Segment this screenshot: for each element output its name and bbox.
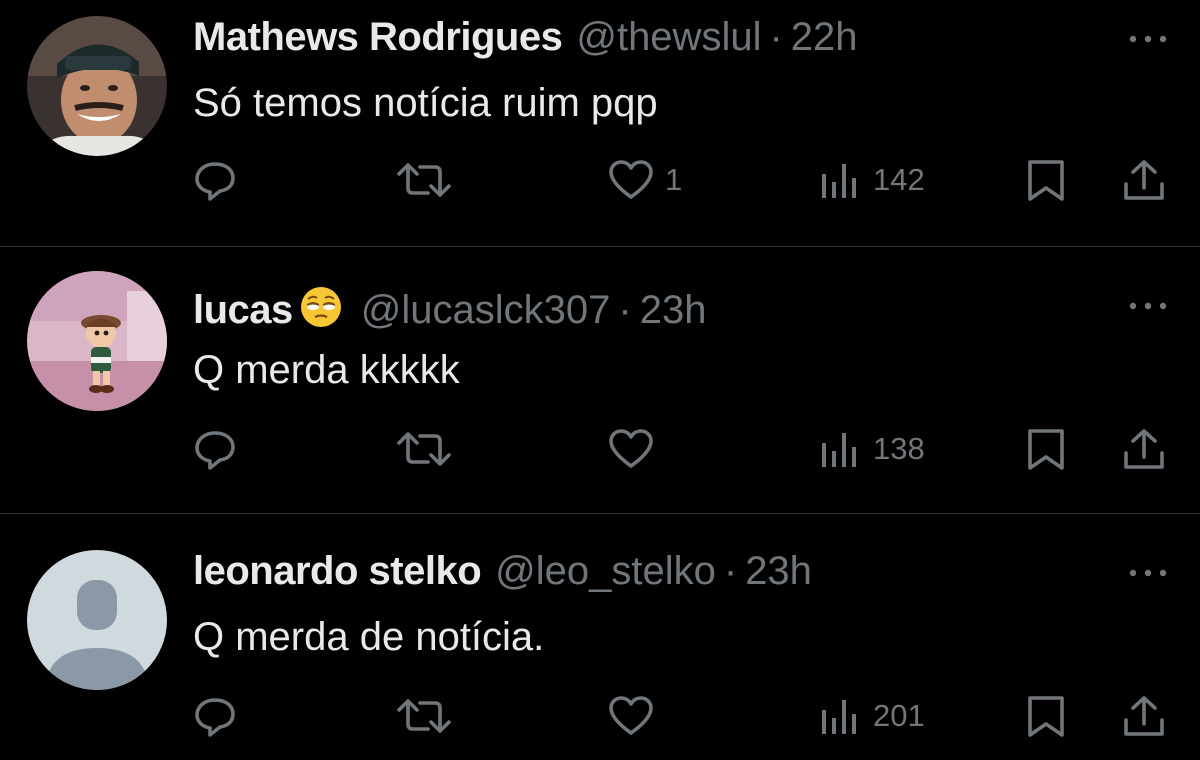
like-count: 1	[665, 162, 683, 197]
heart-icon	[609, 696, 653, 735]
share-button[interactable]	[1120, 421, 1168, 477]
display-name[interactable]: lucas	[193, 285, 293, 335]
bookmark-button[interactable]	[1024, 152, 1068, 208]
separator-dot: ·	[618, 288, 632, 332]
retweet-icon	[397, 163, 451, 197]
share-button[interactable]	[1120, 688, 1168, 744]
timestamp[interactable]: 22h	[791, 12, 858, 62]
bookmark-icon	[1028, 429, 1064, 470]
like-button[interactable]	[607, 421, 669, 477]
retweet-icon	[397, 432, 451, 466]
like-button[interactable]: 1	[607, 152, 682, 208]
user-photo-icon	[27, 16, 167, 156]
retweet-button[interactable]	[395, 688, 467, 744]
heart-icon	[609, 160, 653, 199]
default-profile-icon	[27, 550, 167, 690]
like-button[interactable]	[607, 688, 669, 744]
more-options-button[interactable]	[1128, 299, 1168, 311]
cartoon-character-icon	[27, 271, 167, 411]
more-dots-icon	[1129, 35, 1167, 43]
display-name[interactable]: leonardo stelko	[193, 546, 482, 596]
views-button[interactable]: 201	[817, 688, 925, 744]
action-bar: 1 142	[0, 152, 1200, 208]
view-count: 142	[873, 162, 925, 197]
tweet-header: lucas @lucaslck307 · 23h	[193, 279, 1110, 332]
tweet-2[interactable]: lucas @lucaslck307 · 23h Q merda kkkkk 1…	[0, 247, 1200, 513]
more-options-button[interactable]	[1128, 566, 1168, 578]
timestamp[interactable]: 23h	[745, 546, 812, 596]
views-button[interactable]: 138	[817, 421, 925, 477]
tweet-header: leonardo stelko @leo_stelko · 23h	[193, 546, 1110, 596]
bookmark-button[interactable]	[1024, 421, 1068, 477]
reply-button[interactable]	[193, 688, 251, 744]
timeline-feed: Mathews Rodrigues @thewslul · 22h Só tem…	[0, 0, 1200, 760]
tweet-header: Mathews Rodrigues @thewslul · 22h	[193, 12, 1110, 62]
more-dots-icon	[1129, 302, 1167, 310]
retweet-button[interactable]	[395, 421, 467, 477]
view-count: 138	[873, 431, 925, 466]
view-count: 201	[873, 698, 925, 733]
more-options-button[interactable]	[1128, 32, 1168, 44]
tweet-1[interactable]: Mathews Rodrigues @thewslul · 22h Só tem…	[0, 0, 1200, 246]
reply-icon	[195, 431, 235, 470]
share-icon	[1124, 429, 1164, 469]
user-handle[interactable]: @thewslul	[576, 12, 761, 62]
timestamp[interactable]: 23h	[640, 285, 707, 335]
avatar[interactable]	[27, 550, 167, 690]
share-icon	[1124, 696, 1164, 736]
tweet-text: Só temos notícia ruim pqp	[193, 81, 658, 125]
share-button[interactable]	[1120, 152, 1168, 208]
avatar[interactable]	[27, 16, 167, 156]
action-bar: 138	[0, 421, 1200, 477]
share-icon	[1124, 160, 1164, 200]
reply-icon	[195, 162, 235, 201]
display-name[interactable]: Mathews Rodrigues	[193, 12, 563, 62]
pleading-face-emoji-icon	[295, 285, 347, 329]
user-handle[interactable]: @leo_stelko	[495, 546, 716, 596]
user-handle[interactable]: @lucaslck307	[361, 285, 611, 335]
retweet-icon	[397, 699, 451, 733]
action-bar: 201	[0, 688, 1200, 744]
tweet-3[interactable]: leonardo stelko @leo_stelko · 23h Q merd…	[0, 514, 1200, 760]
views-chart-icon	[822, 700, 856, 734]
separator-dot: ·	[769, 15, 783, 59]
views-chart-icon	[822, 433, 856, 467]
bookmark-button[interactable]	[1024, 688, 1068, 744]
avatar[interactable]	[27, 271, 167, 411]
heart-icon	[609, 429, 653, 468]
bookmark-icon	[1028, 160, 1064, 201]
bookmark-icon	[1028, 696, 1064, 737]
retweet-button[interactable]	[395, 152, 467, 208]
reply-button[interactable]	[193, 421, 251, 477]
views-chart-icon	[822, 164, 856, 198]
tweet-text: Q merda kkkkk	[193, 348, 460, 392]
tweet-text: Q merda de notícia.	[193, 615, 545, 659]
reply-button[interactable]	[193, 152, 251, 208]
separator-dot: ·	[723, 549, 738, 593]
reply-icon	[195, 698, 235, 737]
more-dots-icon	[1129, 569, 1167, 577]
views-button[interactable]: 142	[817, 152, 925, 208]
